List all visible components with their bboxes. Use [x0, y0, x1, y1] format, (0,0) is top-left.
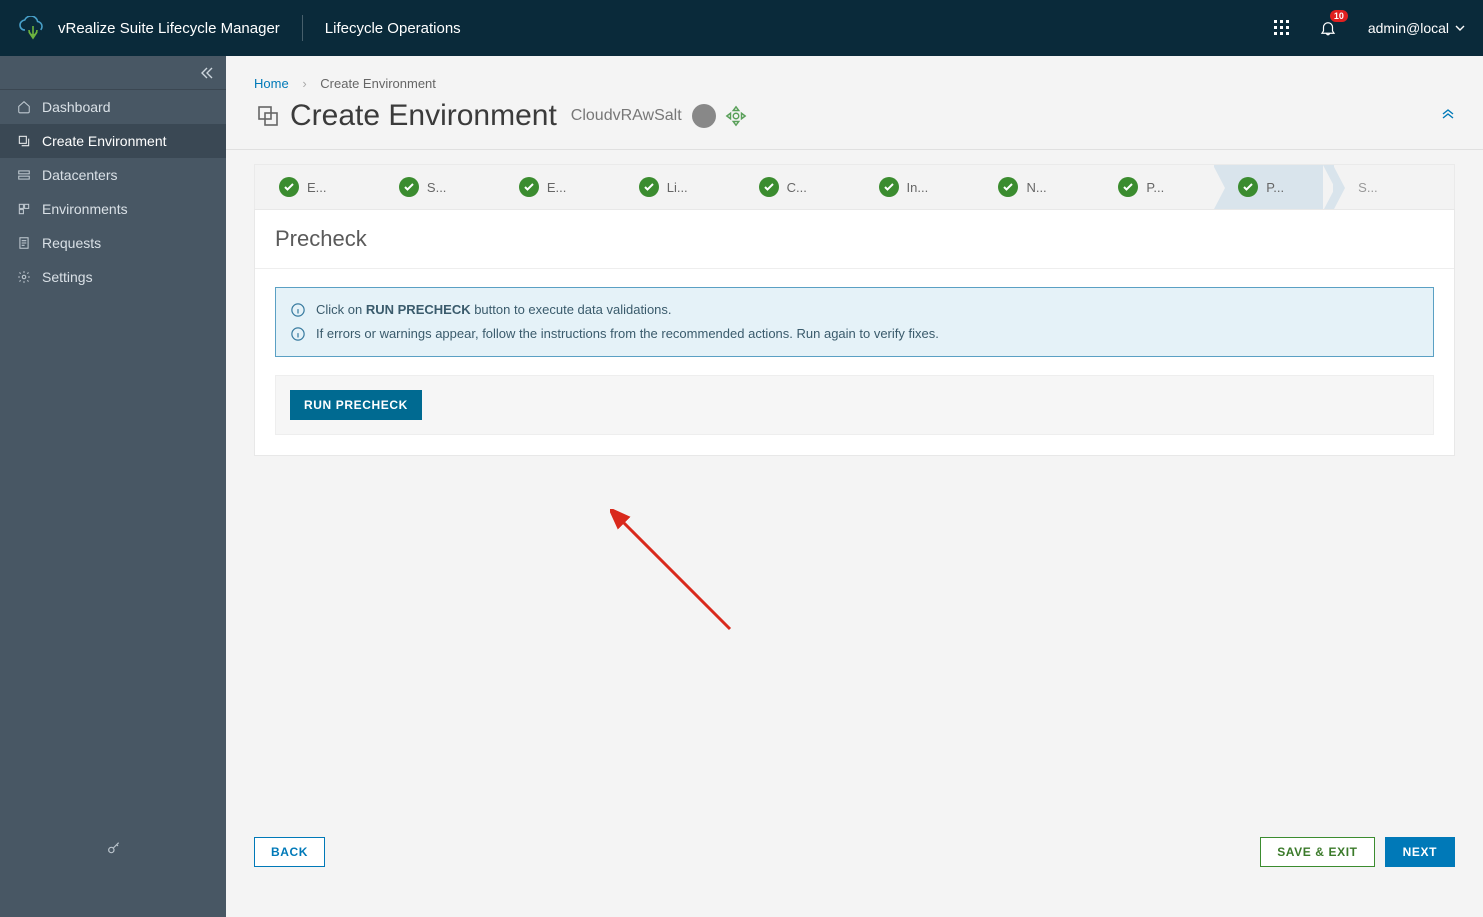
- page-title-row: Create Environment CloudvRAwSalt: [226, 99, 1483, 150]
- breadcrumb-separator: ›: [302, 76, 306, 91]
- wizard-step-9[interactable]: P...: [1214, 165, 1334, 209]
- topbar-divider: [302, 15, 303, 41]
- sidebar-collapse-button[interactable]: [0, 56, 226, 90]
- wizard-step-7[interactable]: N...: [974, 165, 1094, 209]
- sidebar-item-label: Datacenters: [42, 167, 117, 183]
- wizard-step-label: E...: [547, 180, 567, 195]
- breadcrumb-current: Create Environment: [320, 76, 436, 91]
- sidebar-item-requests[interactable]: Requests: [0, 226, 226, 260]
- wizard-step-10[interactable]: S...: [1334, 165, 1454, 209]
- check-icon: [998, 177, 1018, 197]
- collapse-all-icon[interactable]: [1441, 107, 1455, 126]
- sidebar-item-settings[interactable]: Settings: [0, 260, 226, 294]
- sidebar-item-label: Create Environment: [42, 133, 167, 149]
- wizard-step-6[interactable]: In...: [855, 165, 975, 209]
- wizard-step-label: Li...: [667, 180, 688, 195]
- wizard-step-label: C...: [787, 180, 807, 195]
- sidebar-item-label: Environments: [42, 201, 128, 217]
- info-line-1: Click on RUN PRECHECK button to execute …: [316, 302, 672, 317]
- wizard-step-label: In...: [907, 180, 929, 195]
- sidebar-item-label: Settings: [42, 269, 93, 285]
- environments-icon: [16, 201, 32, 217]
- sidebar-item-datacenters[interactable]: Datacenters: [0, 158, 226, 192]
- check-icon: [879, 177, 899, 197]
- precheck-panel: Precheck Click on RUN PRECHECK button to…: [254, 209, 1455, 456]
- run-precheck-button[interactable]: RUN PRECHECK: [290, 390, 422, 420]
- wizard-step-8[interactable]: P...: [1094, 165, 1214, 209]
- sidebar-item-create-environment[interactable]: Create Environment: [0, 124, 226, 158]
- brand-logo: [18, 13, 48, 43]
- environment-icon: [254, 102, 282, 130]
- info-line-2: If errors or warnings appear, follow the…: [316, 326, 939, 341]
- wizard-footer: BACK SAVE & EXIT NEXT: [226, 821, 1483, 917]
- wizard-step-label: E...: [307, 180, 327, 195]
- environment-name: CloudvRAwSalt: [571, 107, 682, 125]
- key-icon: [106, 840, 122, 861]
- sidebar: Dashboard Create Environment Datacenters…: [0, 56, 226, 917]
- wizard-step-label: N...: [1026, 180, 1046, 195]
- next-button[interactable]: NEXT: [1385, 837, 1455, 867]
- check-icon: [279, 177, 299, 197]
- info-icon: [290, 302, 306, 318]
- sidebar-item-label: Requests: [42, 235, 101, 251]
- main-content: Home › Create Environment Create Environ…: [226, 56, 1483, 917]
- requests-icon: [16, 235, 32, 251]
- check-icon: [639, 177, 659, 197]
- product-title: Lifecycle Operations: [325, 20, 461, 37]
- page-title: Create Environment: [290, 99, 557, 133]
- breadcrumb: Home › Create Environment: [226, 56, 1483, 99]
- apps-grid-icon[interactable]: [1268, 14, 1296, 42]
- check-icon: [1238, 177, 1258, 197]
- notifications-bell-icon[interactable]: 10: [1314, 14, 1342, 42]
- save-exit-button[interactable]: SAVE & EXIT: [1260, 837, 1374, 867]
- info-text-pre: Click on: [316, 302, 366, 317]
- breadcrumb-home[interactable]: Home: [254, 76, 289, 91]
- wizard-step-4[interactable]: Li...: [615, 165, 735, 209]
- wizard-step-label: P...: [1146, 180, 1164, 195]
- info-text-bold: RUN PRECHECK: [366, 302, 471, 317]
- check-icon: [519, 177, 539, 197]
- chevron-down-icon: [1455, 23, 1465, 33]
- panel-heading: Precheck: [255, 210, 1454, 269]
- check-icon: [1118, 177, 1138, 197]
- wizard-step-5[interactable]: C...: [735, 165, 855, 209]
- wizard-steps: E... S... E... Li... C... In... N... P..…: [254, 164, 1455, 210]
- sidebar-item-dashboard[interactable]: Dashboard: [0, 90, 226, 124]
- brand-title: vRealize Suite Lifecycle Manager: [58, 20, 280, 37]
- back-button[interactable]: BACK: [254, 837, 325, 867]
- product-badge-2: [724, 104, 748, 128]
- chevron-double-left-icon: [200, 66, 214, 80]
- plus-layers-icon: [16, 133, 32, 149]
- sidebar-item-environments[interactable]: Environments: [0, 192, 226, 226]
- annotation-arrow: [610, 509, 740, 639]
- top-bar: vRealize Suite Lifecycle Manager Lifecyc…: [0, 0, 1483, 56]
- product-badge-1: [692, 104, 716, 128]
- check-icon: [759, 177, 779, 197]
- notification-badge: 10: [1330, 10, 1348, 22]
- wizard-step-3[interactable]: E...: [495, 165, 615, 209]
- check-icon: [399, 177, 419, 197]
- gear-icon: [16, 269, 32, 285]
- user-name: admin@local: [1368, 20, 1449, 36]
- info-icon: [290, 326, 306, 342]
- info-text-post: button to execute data validations.: [471, 302, 672, 317]
- wizard-step-label: S...: [427, 180, 447, 195]
- wizard-step-label: P...: [1266, 180, 1284, 195]
- datacenter-icon: [16, 167, 32, 183]
- run-precheck-bar: RUN PRECHECK: [275, 375, 1434, 435]
- wizard-step-1[interactable]: E...: [255, 165, 375, 209]
- info-box: Click on RUN PRECHECK button to execute …: [275, 287, 1434, 357]
- home-icon: [16, 99, 32, 115]
- wizard-step-2[interactable]: S...: [375, 165, 495, 209]
- sidebar-item-label: Dashboard: [42, 99, 111, 115]
- wizard-step-label: S...: [1358, 180, 1378, 195]
- user-menu[interactable]: admin@local: [1368, 20, 1465, 36]
